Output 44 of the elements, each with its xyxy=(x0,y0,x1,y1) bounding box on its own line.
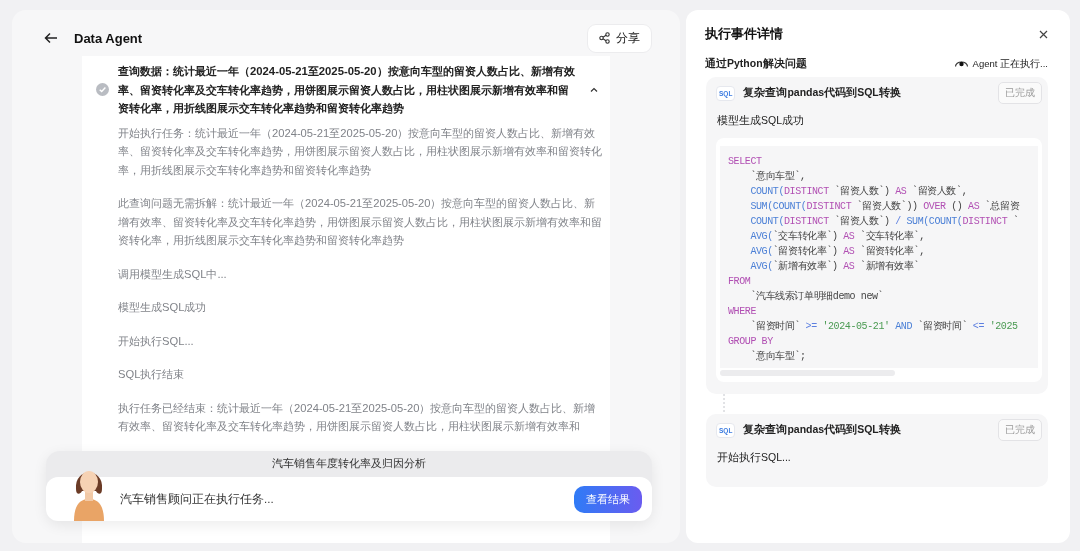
code-line: `汽车线索订单明细demo new` xyxy=(749,289,884,304)
close-button[interactable] xyxy=(1037,28,1050,41)
status-tag: 已完成 xyxy=(998,82,1042,104)
code-line: GROUP BY xyxy=(728,335,773,349)
panel-title: 执行事件详情 xyxy=(705,26,783,43)
code-line: COUNT(DISTINCT `留资人数`) AS `留资人数`, xyxy=(749,184,968,199)
event-title: 复杂查询pandas代码到SQL转换 xyxy=(743,423,901,437)
share-icon xyxy=(599,32,610,44)
log-text: 开始执行任务：统计最近一年（2024-05-21至2025-05-20）按意向车型的留资人数占比、新增有效率、留资转化率及交车转化率趋势，用饼图展示留资人数占比，用柱状图展示新增有效率和留资转化率，用折线图展示交车转化率趋势和留资转化率趋势 xyxy=(118,125,603,178)
section-title: 通过Python解决问题 xyxy=(705,57,807,71)
code-line: SELECT xyxy=(728,155,762,169)
close-icon xyxy=(1039,30,1048,39)
task-title: 汽车销售年度转化率及归因分析 xyxy=(271,456,427,471)
code-line: `留资时间` >= '2024-05-21' AND `留资时间` <= '2025 xyxy=(749,319,1018,334)
log-text: 开始执行SQL... xyxy=(118,333,195,349)
code-line: WHERE xyxy=(728,305,756,319)
event-message: 开始执行SQL... xyxy=(717,451,792,465)
log-text: 执行任务已经结束：统计最近一年（2024-05-21至2025-05-20）按意向车型的留资人数占比、新增有效率、留资转化率及交车转化率趋势，用饼图展示留资人数占比，用柱状图展示新增有效率和 xyxy=(118,400,597,434)
log-text: SQL执行结束 xyxy=(118,367,186,382)
code-line: FROM xyxy=(728,275,751,289)
app-title: Data Agent xyxy=(74,30,143,46)
event-title: 复杂查询pandas代码到SQL转换 xyxy=(743,86,901,100)
task-status-text: 汽车销售顾问正在执行任务... xyxy=(120,491,274,507)
log-text: 此查询问题无需拆解：统计最近一年（2024-05-21至2025-05-20）按意向车型的留资人数占比、新增有效率、留资转化率及交车转化率趋势，用饼图展示留资人数占比，用柱状图展示新增有效率和留资转化率，用折线图展示交车转化率趋势和留资转化率趋势 xyxy=(118,196,603,248)
log-text: 调用模型生成SQL中... xyxy=(118,266,228,282)
collapse-toggle[interactable] xyxy=(588,85,600,95)
code-line: `意向车型`; xyxy=(749,349,806,364)
caret-icon xyxy=(590,87,598,93)
code-line: COUNT(DISTINCT `留资人数`) / SUM(COUNT(DISTINCT ` xyxy=(749,214,1019,229)
code-line: AVG(`交车转化率`) AS `交车转化率`, xyxy=(749,229,925,244)
log-text: 模型生成SQL成功 xyxy=(118,300,208,315)
event-message: 模型生成SQL成功 xyxy=(717,114,805,128)
agent-status: Agent 正在执行... xyxy=(972,57,1048,71)
code-line: SUM(COUNT(DISTINCT `留资人数`)) OVER () AS `总留资 xyxy=(749,199,1020,214)
back-button[interactable] xyxy=(42,30,60,46)
share-button[interactable]: 分享 xyxy=(587,23,652,53)
step-title: 查询数据：统计最近一年（2024-05-21至2025-05-20）按意向车型的留资人数占比、新增有效率、留资转化率及交车转化率趋势，用饼图展示留资人数占比，用柱状图展示新增有效率和留资转化率，用折线图展示交车转化率趋势和留资转化率趋势 xyxy=(118,64,576,116)
code-line: `意向车型`, xyxy=(749,169,806,184)
connector-line xyxy=(721,394,727,414)
code-line: AVG(`留资转化率`) AS `留资转化率`, xyxy=(749,244,925,259)
status-tag: 已完成 xyxy=(998,419,1042,441)
view-results-button[interactable]: 查看结果 xyxy=(574,485,642,513)
back-arrow-icon xyxy=(44,32,58,44)
code-line: AVG(`新增有效率`) AS `新增有效率` xyxy=(749,259,920,274)
